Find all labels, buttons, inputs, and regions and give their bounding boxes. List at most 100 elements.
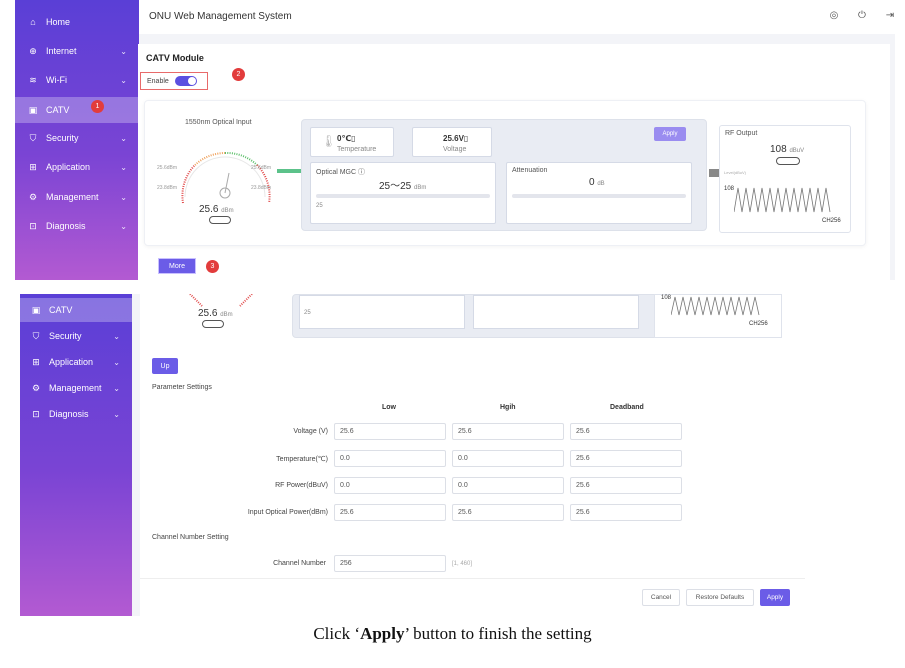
column-high: Hgih bbox=[500, 404, 516, 411]
optical-mgc-scale: 25 bbox=[316, 203, 323, 209]
action-bar: Cancel Restore Defaults Apply bbox=[140, 578, 805, 616]
sidebar-item-application[interactable]: ⊞ Application ⌄ bbox=[20, 350, 132, 374]
logout-icon[interactable]: ⇥ bbox=[883, 10, 895, 24]
optical-power-low-input[interactable]: 25.6 bbox=[334, 504, 446, 521]
apply-button[interactable]: Apply bbox=[654, 127, 686, 141]
sidebar-item-management[interactable]: ⚙ Management ⌄ bbox=[20, 376, 132, 400]
attenuation-value: 0 dB bbox=[589, 177, 605, 188]
rf-connector bbox=[709, 169, 719, 177]
rf-output-label: RF Output bbox=[725, 130, 758, 137]
voltage-low-input[interactable]: 25.6 bbox=[334, 423, 446, 440]
temperature-deadband-input[interactable]: 25.6 bbox=[570, 450, 682, 467]
gauge-pill bbox=[209, 216, 231, 224]
sidebar-item-label: Management bbox=[49, 383, 102, 393]
sidebar-item-application[interactable]: ⊞ Application ⌄ bbox=[15, 155, 139, 179]
temperature-low-input[interactable]: 0.0 bbox=[334, 450, 446, 467]
chevron-down-icon: ⌄ bbox=[113, 357, 120, 367]
more-button[interactable]: More bbox=[158, 258, 196, 274]
sidebar-item-catv[interactable]: ▣ CATV bbox=[20, 298, 132, 322]
row-label-channel-number: Channel Number bbox=[273, 560, 326, 567]
gear-icon: ⚙ bbox=[28, 191, 38, 202]
catv-module-panel: 25 bbox=[292, 294, 662, 338]
parameters-content: 25.6 dBm 25 108 CH256 Up Parameter Setti… bbox=[140, 294, 805, 616]
sidebar-item-label: CATV bbox=[49, 305, 73, 315]
gauge-label: 23.8dBm bbox=[251, 185, 272, 191]
voltage-box: 25.6V▯ Voltage bbox=[412, 127, 492, 157]
sidebar-item-management[interactable]: ⚙ Management ⌄ bbox=[15, 185, 139, 209]
sidebar-item-internet[interactable]: ⊕ Internet ⌄ bbox=[15, 39, 139, 63]
up-button[interactable]: Up bbox=[152, 358, 178, 374]
temperature-high-input[interactable]: 0.0 bbox=[452, 450, 564, 467]
sidebar-item-wifi[interactable]: ≋ Wi-Fi ⌄ bbox=[15, 68, 139, 92]
voltage-deadband-input[interactable]: 25.6 bbox=[570, 423, 682, 440]
step-marker-3: 3 bbox=[206, 260, 219, 273]
temperature-box: 0℃▯ Temperature 🌡 bbox=[310, 127, 394, 157]
rf-output-box: RF Output 108 dBuV Level(dBuV) 108 CH256 bbox=[719, 125, 851, 233]
enable-toggle[interactable] bbox=[174, 76, 197, 86]
sidebar-item-label: Management bbox=[46, 192, 99, 202]
voltage-high-input[interactable]: 25.6 bbox=[452, 423, 564, 440]
row-label-voltage: Voltage (V) bbox=[293, 428, 328, 435]
sidebar-item-security[interactable]: ⛉ Security ⌄ bbox=[20, 324, 132, 348]
optical-mgc-scale: 25 bbox=[304, 310, 311, 316]
column-deadband: Deadband bbox=[610, 404, 644, 411]
optical-mgc-slider[interactable] bbox=[316, 194, 490, 198]
power-icon[interactable]: ⏻ bbox=[855, 10, 869, 24]
enable-label: Enable bbox=[147, 77, 169, 85]
chevron-down-icon: ⌄ bbox=[120, 46, 127, 56]
tv-icon: ▣ bbox=[31, 304, 41, 315]
sidebar-item-label: Security bbox=[46, 133, 79, 143]
rf-channel-label: CH256 bbox=[822, 218, 841, 224]
optical-mgc-box: Optical MGC ⓘ 25～25 dBm 25 bbox=[310, 162, 496, 224]
restore-defaults-button[interactable]: Restore Defaults bbox=[686, 589, 754, 606]
channel-range-hint: [1, 460] bbox=[452, 561, 473, 567]
page-title: CATV Module bbox=[146, 53, 204, 63]
chevron-down-icon: ⌄ bbox=[120, 133, 127, 143]
rf-pill bbox=[776, 157, 800, 165]
enable-row: Enable bbox=[140, 72, 208, 90]
sidebar-item-label: Home bbox=[46, 17, 71, 27]
sidebar-item-label: Application bbox=[49, 357, 94, 367]
rf-waveform bbox=[734, 187, 831, 213]
gauge-value: 25.6 dBm bbox=[198, 308, 233, 319]
chevron-down-icon: ⌄ bbox=[120, 75, 127, 85]
chevron-down-icon: ⌄ bbox=[113, 383, 120, 393]
thermometer-icon: 🌡 bbox=[321, 134, 337, 148]
cancel-button[interactable]: Cancel bbox=[642, 589, 680, 606]
optical-power-deadband-input[interactable]: 25.6 bbox=[570, 504, 682, 521]
fiber-connector bbox=[277, 169, 303, 173]
chevron-down-icon: ⌄ bbox=[113, 409, 120, 419]
row-label-temperature: Temperature(℃) bbox=[276, 456, 328, 463]
apply-button[interactable]: Apply bbox=[760, 589, 790, 606]
caption: Click ‘Apply’ button to finish the setti… bbox=[313, 624, 592, 643]
channel-number-setting-title: Channel Number Setting bbox=[152, 534, 229, 541]
sidebar-item-diagnosis[interactable]: ⊡ Diagnosis ⌄ bbox=[15, 214, 139, 238]
attenuation-box bbox=[473, 295, 639, 329]
chevron-down-icon: ⌄ bbox=[120, 221, 127, 231]
rf-channel-label: CH256 bbox=[749, 321, 768, 327]
chevron-down-icon: ⌄ bbox=[113, 331, 120, 341]
home-icon: ⌂ bbox=[30, 17, 36, 27]
channel-number-input[interactable]: 256 bbox=[334, 555, 446, 572]
parameter-settings-title: Parameter Settings bbox=[152, 384, 212, 391]
shield-icon: ⛉ bbox=[29, 132, 37, 143]
sidebar-item-home[interactable]: ⌂ Home bbox=[15, 10, 139, 34]
gauge-label: 25.6dBm bbox=[251, 165, 272, 171]
rf-power-low-input[interactable]: 0.0 bbox=[334, 477, 446, 494]
attenuation-slider[interactable] bbox=[512, 194, 686, 198]
language-icon[interactable]: ◎ bbox=[827, 10, 841, 24]
sidebar-item-catv[interactable]: ▣ CATV bbox=[15, 97, 139, 123]
sidebar: ▣ CATV ⛉ Security ⌄ ⊞ Application ⌄ ⚙ Ma… bbox=[20, 294, 132, 616]
rf-power-deadband-input[interactable]: 25.6 bbox=[570, 477, 682, 494]
rf-waveform bbox=[671, 296, 760, 316]
grid-icon: ⊞ bbox=[29, 161, 37, 172]
optical-power-high-input[interactable]: 25.6 bbox=[452, 504, 564, 521]
sidebar-item-security[interactable]: ⛉ Security ⌄ bbox=[15, 126, 139, 150]
step-marker-1: 1 bbox=[91, 100, 104, 113]
rf-output-value: 108 dBuV bbox=[770, 144, 805, 155]
chevron-down-icon: ⌄ bbox=[120, 192, 127, 202]
rf-output-box: 108 CH256 bbox=[654, 294, 782, 338]
rf-power-high-input[interactable]: 0.0 bbox=[452, 477, 564, 494]
sidebar-item-diagnosis[interactable]: ⊡ Diagnosis ⌄ bbox=[20, 402, 132, 426]
grid-icon: ⊞ bbox=[32, 356, 40, 367]
